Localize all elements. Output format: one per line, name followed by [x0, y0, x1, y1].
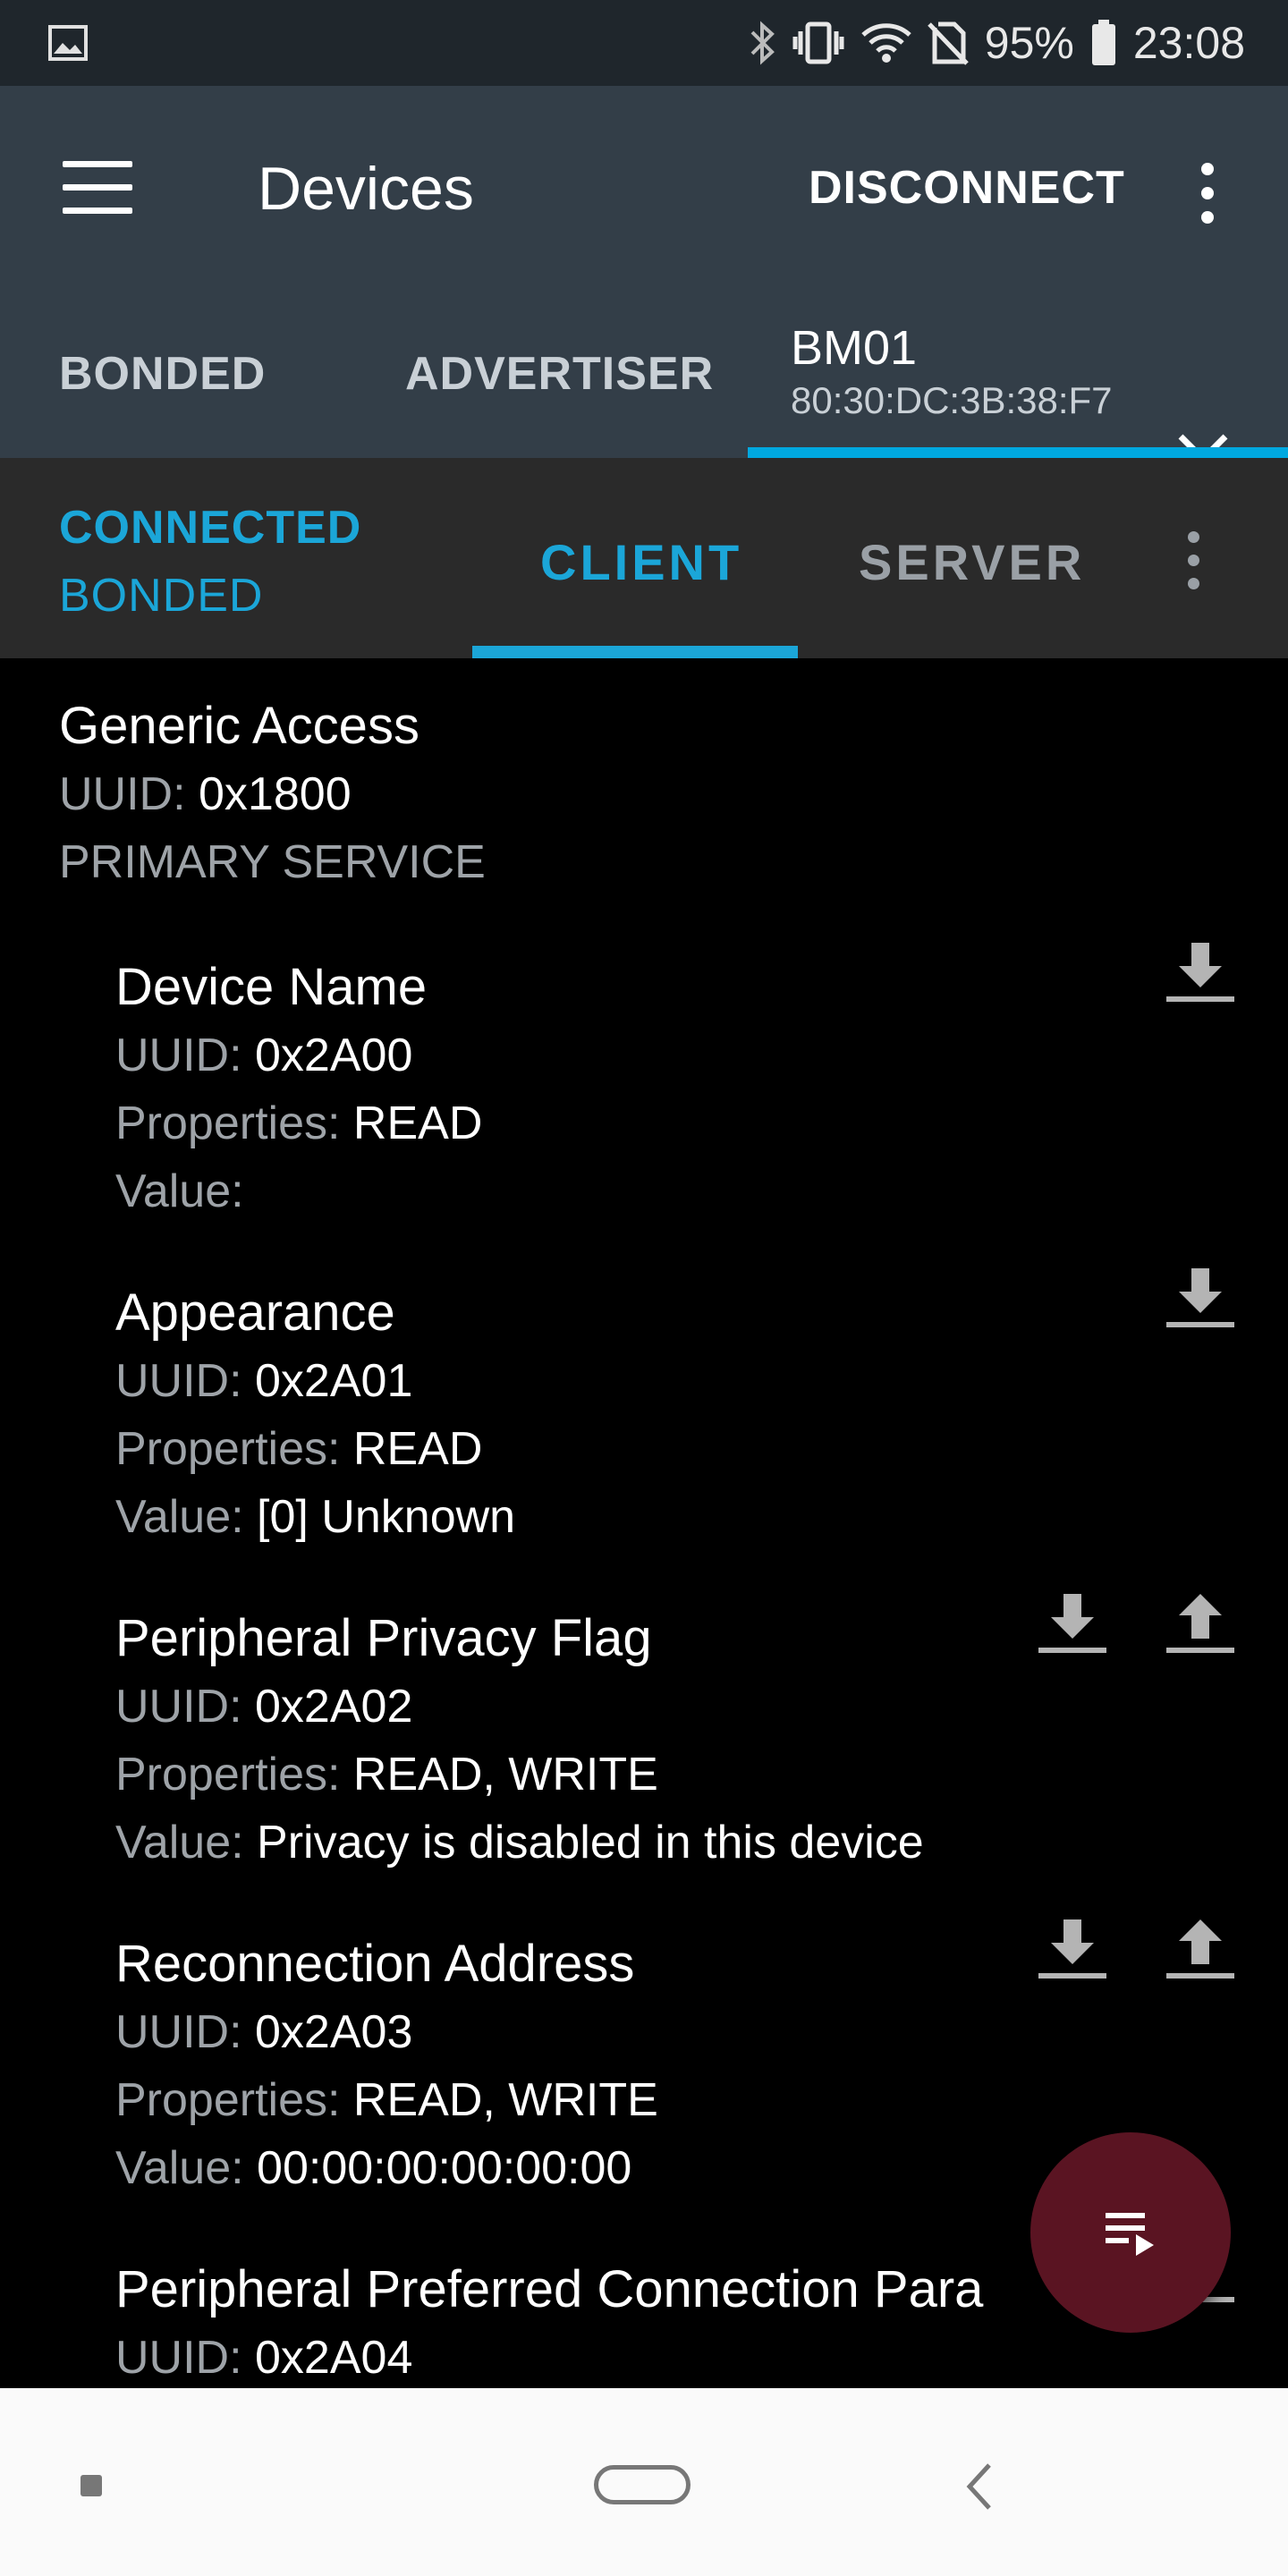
disconnect-button[interactable]: DISCONNECT	[809, 161, 1125, 215]
characteristic-value-row: Value: [0] Unknown	[115, 1490, 515, 1544]
read-download-icon[interactable]	[1035, 1912, 1110, 1987]
characteristic-uuid: 0x2A03	[255, 2006, 413, 2058]
characteristic-uuid-row: UUID: 0x2A01	[115, 1354, 412, 1408]
device-name: BM01	[791, 321, 918, 375]
page-title: Devices	[258, 155, 474, 223]
service-list[interactable]: Generic Access UUID: 0x1800 PRIMARY SERV…	[0, 658, 1288, 2388]
tab-device-bm01[interactable]: BM01 80:30:DC:3B:38:F7	[791, 320, 1113, 422]
uuid-label: UUID:	[59, 768, 186, 820]
battery-percent: 95%	[984, 18, 1074, 68]
characteristic-value-row: Value: Privacy is disabled in this devic…	[115, 1816, 924, 1869]
characteristic-uuid: 0x2A00	[255, 1030, 413, 1081]
characteristic-uuid: 0x2A02	[255, 1681, 413, 1733]
properties-label: Properties:	[115, 1423, 341, 1475]
tab-indicator	[748, 447, 1288, 458]
characteristic-uuid: 0x2A01	[255, 1355, 413, 1407]
no-sim-icon	[927, 21, 969, 65]
characteristic-uuid: 0x2A04	[255, 2332, 413, 2384]
menu-icon[interactable]	[63, 157, 134, 220]
characteristic-properties: READ	[352, 1097, 483, 1149]
value-label: Value:	[115, 1491, 244, 1543]
recent-apps-button[interactable]	[80, 2475, 102, 2496]
characteristic-value-row: Value: 00:00:00:00:00:00	[115, 2141, 631, 2195]
characteristic-uuid-row: UUID: 0x2A00	[115, 1029, 412, 1082]
tab-client[interactable]: CLIENT	[540, 533, 742, 591]
tab-bonded[interactable]: BONDED	[59, 347, 266, 401]
service-type: PRIMARY SERVICE	[59, 836, 486, 888]
more-options-icon[interactable]	[1190, 157, 1225, 229]
value-label: Value:	[115, 2142, 244, 2194]
home-button[interactable]	[594, 2465, 691, 2504]
connection-header: CONNECTED BONDED CLIENT SERVER	[0, 458, 1288, 658]
characteristic-name: Appearance	[115, 1284, 395, 1342]
characteristic-uuid-row: UUID: 0x2A03	[115, 2005, 412, 2059]
status-bar: 95% 23:08	[0, 0, 1288, 86]
uuid-label: UUID:	[115, 1030, 242, 1081]
tab-advertiser[interactable]: ADVERTISER	[405, 347, 714, 401]
connection-state: CONNECTED	[59, 502, 362, 554]
clock: 23:08	[1132, 18, 1245, 68]
write-upload-icon[interactable]	[1163, 1912, 1238, 1987]
characteristic-properties-row: Properties: READ	[115, 1422, 482, 1476]
read-download-icon[interactable]	[1163, 1261, 1238, 1336]
characteristic-name: Device Name	[115, 958, 428, 1016]
characteristic-value-row: Value:	[115, 1165, 244, 1218]
characteristic-name: Peripheral Preferred Connection Para	[115, 2260, 984, 2318]
characteristic-name: Peripheral Privacy Flag	[115, 1609, 652, 1667]
characteristic-uuid-row: UUID: 0x2A04	[115, 2331, 412, 2385]
service-uuid-row: UUID: 0x1800	[59, 767, 352, 821]
properties-label: Properties:	[115, 1749, 341, 1801]
characteristic-properties: READ, WRITE	[352, 2074, 658, 2126]
more-options-icon[interactable]	[1181, 526, 1208, 597]
status-icons: 95% 23:08	[749, 0, 1245, 86]
properties-label: Properties:	[115, 2074, 341, 2126]
app-bar: Devices DISCONNECT BONDED ADVERTISER BM0…	[0, 86, 1288, 484]
characteristic-properties: READ, WRITE	[352, 1749, 658, 1801]
uuid-label: UUID:	[115, 1681, 242, 1733]
uuid-label: UUID:	[115, 1355, 242, 1407]
vibrate-icon	[792, 21, 845, 65]
battery-icon	[1090, 20, 1117, 66]
device-address: 80:30:DC:3B:38:F7	[791, 379, 1113, 421]
wifi-icon	[861, 22, 911, 64]
system-nav-bar	[0, 2388, 1288, 2576]
image-icon	[48, 25, 88, 61]
back-button[interactable]	[953, 2460, 1007, 2513]
uuid-label: UUID:	[115, 2006, 242, 2058]
characteristic-properties: READ	[352, 1423, 483, 1475]
client-tab-indicator	[472, 646, 798, 658]
value-label: Value:	[115, 1817, 244, 1868]
read-download-icon[interactable]	[1163, 936, 1238, 1011]
playlist-play-icon	[1106, 2213, 1154, 2256]
log-fab-button[interactable]	[1030, 2132, 1231, 2333]
characteristic-properties-row: Properties: READ	[115, 1097, 482, 1150]
properties-label: Properties:	[115, 1097, 341, 1149]
characteristic-name: Reconnection Address	[115, 1935, 635, 1993]
read-download-icon[interactable]	[1035, 1587, 1110, 1662]
service-uuid: 0x1800	[199, 768, 352, 820]
characteristic-uuid-row: UUID: 0x2A02	[115, 1680, 412, 1733]
characteristic-value: Privacy is disabled in this device	[257, 1817, 924, 1868]
tab-server[interactable]: SERVER	[859, 533, 1085, 591]
write-upload-icon[interactable]	[1163, 1587, 1238, 1662]
bluetooth-icon	[749, 20, 775, 66]
characteristic-properties-row: Properties: READ, WRITE	[115, 1748, 658, 1801]
uuid-label: UUID:	[115, 2332, 242, 2384]
service-name: Generic Access	[59, 697, 419, 755]
characteristic-properties-row: Properties: READ, WRITE	[115, 2073, 658, 2127]
characteristic-value: 00:00:00:00:00:00	[257, 2142, 632, 2194]
characteristic-value: [0] Unknown	[257, 1491, 516, 1543]
value-label: Value:	[115, 1165, 244, 1217]
bond-state: BONDED	[59, 570, 264, 622]
